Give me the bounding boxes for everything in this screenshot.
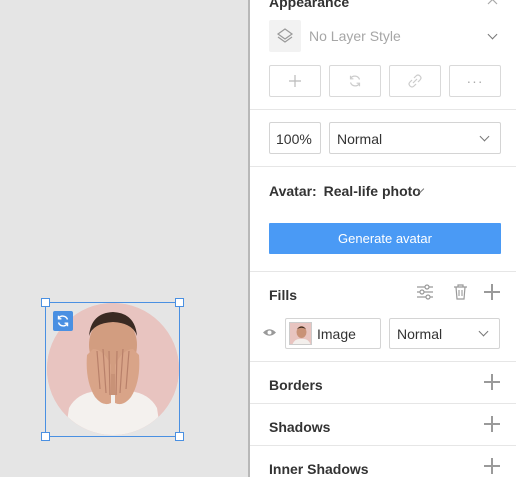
divider <box>250 109 516 110</box>
add-style-button[interactable] <box>269 65 321 97</box>
fill-type-select[interactable]: Image <box>285 318 381 349</box>
canvas[interactable] <box>0 0 248 477</box>
generate-avatar-button[interactable]: Generate avatar <box>269 223 501 254</box>
appearance-title: Appearance <box>269 0 350 10</box>
refresh-icon <box>57 315 69 327</box>
chevron-down-icon <box>487 29 498 40</box>
resize-handle-top-left[interactable] <box>41 298 50 307</box>
avatar-type-label: Avatar: <box>269 183 317 199</box>
inner-shadows-title: Inner Shadows <box>269 461 369 477</box>
divider <box>250 403 516 404</box>
opacity-input[interactable]: 100% <box>269 122 321 154</box>
image-thumb-icon <box>292 326 311 344</box>
divider <box>250 271 516 272</box>
fill-blend-value: Normal <box>397 326 443 342</box>
resize-handle-bottom-right[interactable] <box>175 432 184 441</box>
plus-icon <box>289 75 301 87</box>
sync-style-button[interactable] <box>329 65 381 97</box>
fills-title: Fills <box>269 287 298 303</box>
add-shadow-button[interactable] <box>484 416 500 432</box>
add-inner-shadow-button[interactable] <box>484 458 500 474</box>
layer-style-thumb <box>269 20 301 52</box>
fill-blend-select[interactable]: Normal <box>389 318 500 349</box>
add-border-button[interactable] <box>484 374 500 390</box>
trash-icon[interactable] <box>453 284 468 300</box>
divider <box>250 445 516 446</box>
generate-avatar-label: Generate avatar <box>338 231 432 246</box>
unlink-icon <box>408 74 422 88</box>
chevron-down-icon <box>478 326 489 337</box>
layers-icon <box>276 28 294 43</box>
fill-image-thumbnail <box>289 322 312 345</box>
regenerate-button[interactable] <box>53 311 73 331</box>
blend-mode-value: Normal <box>337 131 383 147</box>
resize-handle-top-right[interactable] <box>175 298 184 307</box>
close-icon[interactable] <box>487 0 498 5</box>
resize-handle-bottom-left[interactable] <box>41 432 50 441</box>
divider <box>250 166 516 167</box>
fill-type-value: Image <box>317 326 356 342</box>
more-options-button[interactable]: ··· <box>449 65 501 97</box>
borders-title: Borders <box>269 377 323 393</box>
opacity-value: 100% <box>276 131 312 147</box>
layer-style-select[interactable]: No Layer Style <box>269 20 501 52</box>
eye-icon[interactable] <box>262 327 277 338</box>
unlink-style-button[interactable] <box>389 65 441 97</box>
layer-style-label: No Layer Style <box>309 28 401 44</box>
inspector-panel: Appearance No Layer Style ··· 100% Norma… <box>250 0 516 477</box>
divider <box>250 361 516 362</box>
refresh-icon <box>349 75 361 87</box>
add-fill-button[interactable] <box>484 284 500 300</box>
avatar-type-dropdown[interactable]: Avatar: Real-life photo <box>269 183 421 201</box>
avatar-type-value: Real-life photo <box>323 183 421 199</box>
fill-settings-button[interactable] <box>416 284 434 300</box>
shadows-title: Shadows <box>269 419 331 435</box>
more-icon: ··· <box>466 73 484 89</box>
chevron-down-icon <box>479 131 490 142</box>
blend-mode-select[interactable]: Normal <box>329 122 501 154</box>
